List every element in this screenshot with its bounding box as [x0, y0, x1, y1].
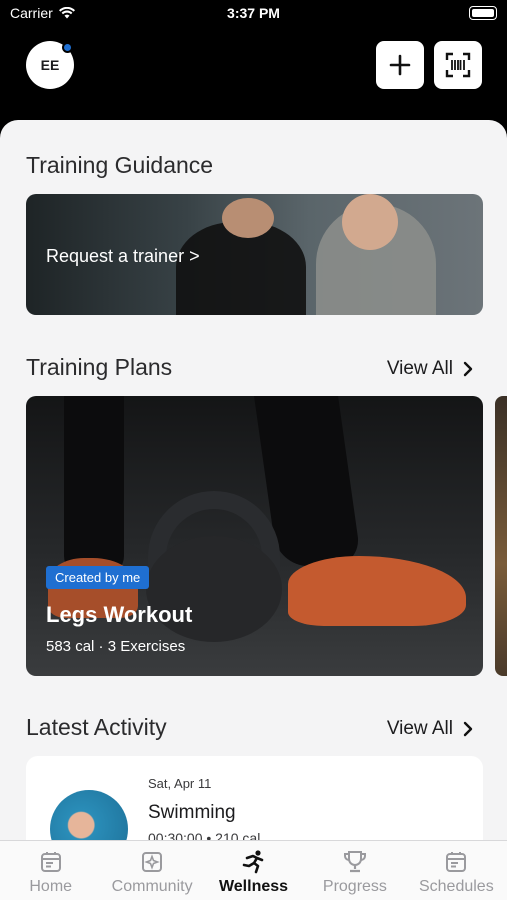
tab-label: Community [111, 878, 193, 895]
training-plans-title: Training Plans [26, 354, 173, 380]
training-plans-view-all[interactable]: View All [387, 358, 473, 380]
request-trainer-card[interactable]: Request a trainer > [26, 194, 483, 315]
tab-label: Progress [322, 878, 387, 895]
activity-thumbnail [50, 790, 128, 840]
leg-left [64, 396, 124, 576]
tab-home[interactable]: Home [0, 841, 101, 900]
battery-icon [469, 6, 497, 20]
tab-progress[interactable]: Progress [304, 841, 405, 900]
trainer-head [222, 198, 274, 238]
barcode-scan-icon [445, 52, 471, 78]
schedules-icon [444, 849, 468, 875]
latest-activity-title: Latest Activity [26, 714, 167, 740]
plan-meta: 583 cal · 3 Exercises [46, 638, 186, 655]
tab-label: Wellness [218, 878, 289, 895]
tab-label: Home [29, 878, 73, 895]
shoe-right [288, 556, 466, 626]
activity-stats: 00:30:00 • 210 cal [148, 830, 261, 840]
activity-card-swimming[interactable]: Sat, Apr 11 Swimming 00:30:00 • 210 cal [26, 756, 483, 840]
chevron-right-icon [463, 721, 473, 737]
wellness-icon [241, 849, 267, 875]
client-head [342, 194, 398, 250]
scan-barcode-button[interactable] [434, 41, 482, 89]
created-by-me-badge: Created by me [46, 566, 150, 589]
add-button[interactable] [376, 41, 424, 89]
community-icon [140, 849, 164, 875]
view-all-label: View All [386, 358, 453, 379]
tab-schedules[interactable]: Schedules [406, 841, 507, 900]
plan-card-next[interactable] [495, 396, 507, 676]
view-all-label: View All [386, 718, 453, 739]
tab-wellness[interactable]: Wellness [203, 841, 304, 900]
training-plans-carousel[interactable]: Created by me Legs Workout 583 cal · 3 E… [26, 396, 507, 676]
home-icon [39, 849, 63, 875]
request-trainer-link[interactable]: Request a trainer > [46, 246, 200, 267]
clock: 3:37 PM [227, 5, 280, 21]
tab-bar: Home Community Wellness Progress Schedul… [0, 840, 507, 900]
tab-community[interactable]: Community [101, 841, 202, 900]
activity-name: Swimming [148, 802, 236, 823]
plus-icon [389, 54, 411, 76]
plan-title: Legs Workout [46, 602, 193, 627]
chevron-right-icon [463, 361, 473, 377]
training-guidance-title: Training Guidance [26, 152, 214, 178]
content-sheet[interactable]: Training Guidance Request a trainer > Tr… [0, 120, 507, 840]
plan-card-legs-workout[interactable]: Created by me Legs Workout 583 cal · 3 E… [26, 396, 483, 676]
trophy-icon [342, 849, 368, 875]
tab-label: Schedules [418, 878, 494, 895]
latest-activity-view-all[interactable]: View All [387, 718, 473, 740]
notification-dot [62, 42, 73, 53]
avatar-initials: EE [40, 57, 60, 73]
avatar[interactable]: EE [26, 41, 74, 89]
status-bar: Carrier 3:37 PM [0, 0, 507, 28]
activity-date: Sat, Apr 11 [148, 776, 212, 791]
